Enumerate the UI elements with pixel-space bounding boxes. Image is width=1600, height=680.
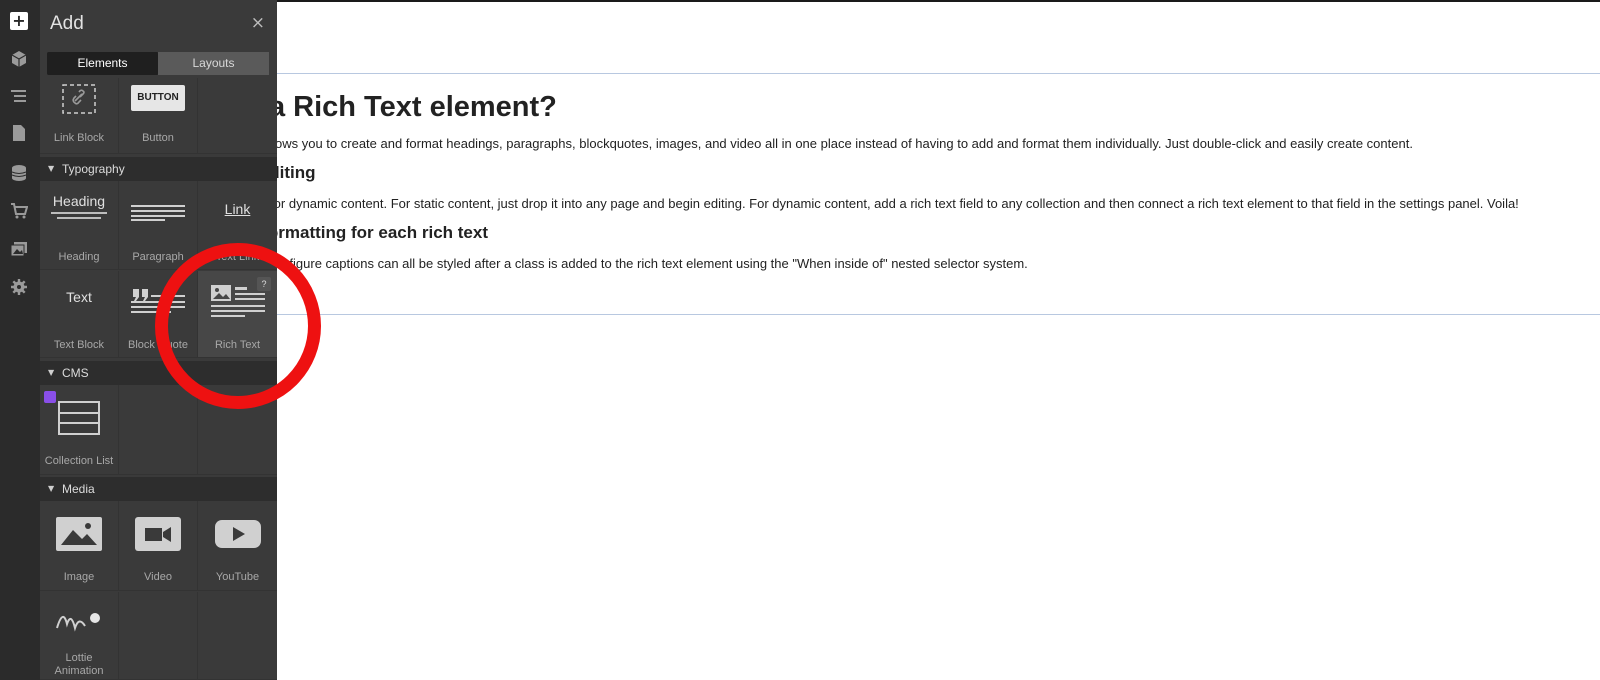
rich-text-heading[interactable]: What's a Rich Text element? — [277, 91, 557, 124]
label-button: Button — [142, 132, 174, 144]
settings-icon — [11, 279, 27, 295]
section-typography-label: Typography — [62, 162, 125, 176]
label-link-block: Link Block — [53, 132, 105, 144]
youtube-icon — [214, 520, 261, 548]
assets-icon — [10, 242, 27, 257]
block-quote-icon — [131, 289, 185, 313]
ecommerce-icon — [11, 203, 28, 219]
label-paragraph: Paragraph — [132, 251, 184, 263]
text-block-icon: Text — [66, 289, 92, 305]
label-lottie-line2: Animation — [54, 665, 104, 677]
rich-text-element[interactable]: What's a Rich Text element? The rich tex… — [277, 73, 1600, 313]
empty-cell — [119, 385, 198, 475]
label-heading: Heading — [58, 251, 100, 263]
element-paragraph[interactable]: Paragraph — [119, 181, 198, 270]
element-block-quote[interactable]: Block Quote — [119, 271, 198, 358]
media-row-2: Lottie Animation — [40, 592, 277, 680]
cms-icon — [11, 165, 27, 181]
element-rich-text[interactable]: ? Rich Text — [198, 271, 277, 358]
element-guide-bottom — [277, 314, 1600, 315]
canvas-top-edge — [277, 0, 1600, 2]
caret-down-icon: ▼ — [48, 164, 55, 173]
tab-elements[interactable]: Elements — [47, 52, 158, 75]
element-link-block[interactable]: Link Block — [40, 78, 119, 154]
element-youtube[interactable]: YouTube — [198, 501, 277, 591]
element-text-link[interactable]: Link Text Link — [198, 181, 277, 270]
label-youtube: YouTube — [215, 571, 260, 583]
element-button[interactable]: BUTTON Button — [119, 78, 198, 154]
add-panel: Add × Elements Layouts Link Block BUTTON… — [40, 0, 278, 680]
element-collection-list[interactable]: Collection List — [40, 385, 119, 475]
paragraph-icon — [131, 205, 185, 221]
label-lottie-line1: Lottie — [65, 652, 93, 664]
rich-text-paragraph-2[interactable]: A rich text element can be used with sta… — [277, 196, 1519, 211]
image-icon — [56, 517, 102, 551]
label-text-link: Text Link — [215, 251, 260, 263]
collection-list-icon — [58, 401, 100, 435]
element-heading[interactable]: Heading Heading — [40, 181, 119, 270]
add-panel-button[interactable]: + — [4, 6, 34, 36]
button-icon: BUTTON — [131, 85, 185, 111]
panel-tabs: Elements Layouts — [47, 52, 269, 75]
lottie-icon — [56, 613, 100, 632]
cms-row: Collection List — [40, 385, 277, 475]
symbols-button[interactable] — [4, 44, 34, 74]
empty-cell — [198, 78, 277, 154]
add-icon: + — [10, 12, 28, 30]
rich-text-paragraph-1[interactable]: The rich text element allows you to crea… — [277, 136, 1413, 151]
rich-text-subheading-1[interactable]: Static and dynamic content editing — [277, 163, 315, 183]
cube-icon — [11, 51, 27, 67]
element-video[interactable]: Video — [119, 501, 198, 591]
pages-button[interactable] — [4, 118, 34, 148]
label-block-quote: Block Quote — [128, 339, 188, 351]
label-text-block: Text Block — [53, 339, 105, 351]
label-collection-list: Collection List — [44, 455, 114, 467]
caret-down-icon: ▼ — [48, 368, 55, 377]
link-block-icon — [62, 84, 96, 114]
navigator-icon — [11, 90, 26, 102]
heading-icon: Heading — [51, 193, 107, 219]
element-image[interactable]: Image — [40, 501, 119, 591]
ecommerce-button[interactable] — [4, 196, 34, 226]
basic-row: Link Block BUTTON Button — [40, 78, 277, 154]
section-media[interactable]: ▼ Media — [40, 477, 277, 501]
navigator-button[interactable] — [4, 82, 34, 112]
pages-icon — [13, 125, 25, 141]
heading-glyph: Heading — [52, 193, 106, 209]
rich-text-subheading-2[interactable]: How to customize formatting for each ric… — [277, 223, 488, 243]
design-canvas[interactable]: What's a Rich Text element? The rich tex… — [277, 0, 1600, 680]
element-lottie-animation[interactable]: Lottie Animation — [40, 592, 119, 680]
cms-button[interactable] — [4, 158, 34, 188]
label-video: Video — [144, 571, 172, 583]
section-typography[interactable]: ▼ Typography — [40, 157, 277, 181]
tab-layouts[interactable]: Layouts — [158, 52, 269, 75]
section-media-label: Media — [62, 482, 95, 496]
label-rich-text: Rich Text — [214, 339, 261, 351]
media-row-1: Image Video YouTube — [40, 501, 277, 591]
text-link-icon: Link — [224, 201, 251, 217]
label-image: Image — [63, 571, 95, 583]
settings-button[interactable] — [4, 272, 34, 302]
caret-down-icon: ▼ — [48, 484, 55, 493]
rich-text-icon — [210, 285, 265, 317]
assets-button[interactable] — [4, 234, 34, 264]
section-cms[interactable]: ▼ CMS — [40, 361, 277, 385]
panel-header: Add × — [40, 0, 277, 46]
element-text-block[interactable]: Text Text Block — [40, 271, 119, 358]
empty-cell — [119, 592, 198, 680]
left-toolbar: + — [0, 0, 41, 680]
close-icon[interactable]: × — [251, 13, 265, 33]
empty-cell — [198, 592, 277, 680]
empty-cell — [198, 385, 277, 475]
typography-row-1: Heading Heading Paragraph Link Text Link — [40, 181, 277, 270]
panel-title: Add — [50, 13, 84, 34]
video-icon — [135, 517, 181, 551]
section-cms-label: CMS — [62, 366, 89, 380]
typography-row-2: Text Text Block Block Quote ? Rich Text — [40, 271, 277, 358]
rich-text-paragraph-3[interactable]: Headings, paragraphs, blockquotes, figur… — [277, 256, 1028, 271]
